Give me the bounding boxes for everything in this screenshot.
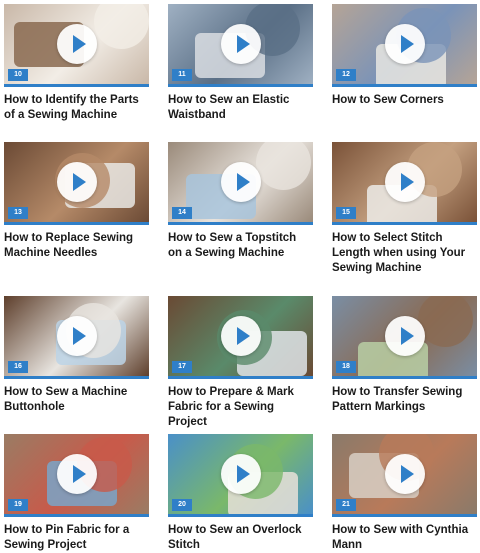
- video-number-badge: 18: [336, 361, 356, 373]
- play-icon[interactable]: [56, 316, 97, 356]
- video-thumbnail[interactable]: 14: [168, 142, 313, 225]
- video-grid: 10 How to Identify the Parts of a Sewing …: [0, 0, 480, 553]
- video-thumbnail[interactable]: 10: [4, 4, 149, 87]
- video-card[interactable]: 20 How to Sew an Overlock Stitch: [168, 434, 313, 553]
- video-number-badge: 13: [8, 207, 28, 219]
- video-title-link[interactable]: How to Sew a Machine Buttonhole: [4, 385, 149, 415]
- video-card[interactable]: 14 How to Sew a Topstitch on a Sewing Mac…: [168, 142, 313, 261]
- video-card[interactable]: 10 How to Identify the Parts of a Sewing …: [4, 4, 149, 123]
- video-title-link[interactable]: How to Sew a Topstitch on a Sewing Machi…: [168, 231, 313, 261]
- play-icon[interactable]: [56, 162, 97, 202]
- play-icon[interactable]: [220, 316, 261, 356]
- video-card[interactable]: 12 How to Sew Corners: [332, 4, 477, 108]
- video-number-badge: 20: [172, 499, 192, 511]
- video-title-link[interactable]: How to Sew an Overlock Stitch: [168, 523, 313, 553]
- video-card[interactable]: 11 How to Sew an Elastic Waistband: [168, 4, 313, 123]
- video-title-link[interactable]: How to Pin Fabric for a Sewing Project: [4, 523, 149, 553]
- video-thumbnail[interactable]: 21: [332, 434, 477, 517]
- video-thumbnail[interactable]: 17: [168, 296, 313, 379]
- video-number-badge: 14: [172, 207, 192, 219]
- play-icon[interactable]: [220, 24, 261, 64]
- video-thumbnail[interactable]: 11: [168, 4, 313, 87]
- video-number-badge: 17: [172, 361, 192, 373]
- video-card[interactable]: 16 How to Sew a Machine Buttonhole: [4, 296, 149, 415]
- video-number-badge: 15: [336, 207, 356, 219]
- play-icon[interactable]: [384, 162, 425, 202]
- play-icon[interactable]: [56, 454, 97, 494]
- video-thumbnail[interactable]: 19: [4, 434, 149, 517]
- video-title-link[interactable]: How to Prepare & Mark Fabric for a Sewin…: [168, 385, 313, 430]
- video-number-badge: 10: [8, 69, 28, 81]
- play-icon[interactable]: [220, 162, 261, 202]
- video-thumbnail[interactable]: 16: [4, 296, 149, 379]
- video-thumbnail[interactable]: 20: [168, 434, 313, 517]
- video-title-link[interactable]: How to Transfer Sewing Pattern Markings: [332, 385, 477, 415]
- video-card[interactable]: 19 How to Pin Fabric for a Sewing Project: [4, 434, 149, 553]
- video-thumbnail[interactable]: 18: [332, 296, 477, 379]
- play-icon[interactable]: [220, 454, 261, 494]
- video-title-link[interactable]: How to Sew Corners: [332, 93, 477, 108]
- play-icon[interactable]: [384, 316, 425, 356]
- video-title-link[interactable]: How to Replace Sewing Machine Needles: [4, 231, 149, 261]
- play-icon[interactable]: [384, 24, 425, 64]
- video-title-link[interactable]: How to Sew with Cynthia Mann: [332, 523, 477, 553]
- play-icon[interactable]: [384, 454, 425, 494]
- video-card[interactable]: 13 How to Replace Sewing Machine Needles: [4, 142, 149, 261]
- video-number-badge: 21: [336, 499, 356, 511]
- video-card[interactable]: 21 How to Sew with Cynthia Mann: [332, 434, 477, 553]
- video-title-link[interactable]: How to Sew an Elastic Waistband: [168, 93, 313, 123]
- video-number-badge: 11: [172, 69, 192, 81]
- video-thumbnail[interactable]: 12: [332, 4, 477, 87]
- video-number-badge: 12: [336, 69, 356, 81]
- video-card[interactable]: 17 How to Prepare & Mark Fabric for a Sew…: [168, 296, 313, 430]
- video-title-link[interactable]: How to Identify the Parts of a Sewing Ma…: [4, 93, 149, 123]
- video-card[interactable]: 18 How to Transfer Sewing Pattern Marking…: [332, 296, 477, 415]
- video-number-badge: 16: [8, 361, 28, 373]
- video-thumbnail[interactable]: 13: [4, 142, 149, 225]
- video-title-link[interactable]: How to Select Stitch Length when using Y…: [332, 231, 477, 276]
- video-number-badge: 19: [8, 499, 28, 511]
- video-card[interactable]: 15 How to Select Stitch Length when using…: [332, 142, 477, 276]
- play-icon[interactable]: [56, 24, 97, 64]
- video-thumbnail[interactable]: 15: [332, 142, 477, 225]
